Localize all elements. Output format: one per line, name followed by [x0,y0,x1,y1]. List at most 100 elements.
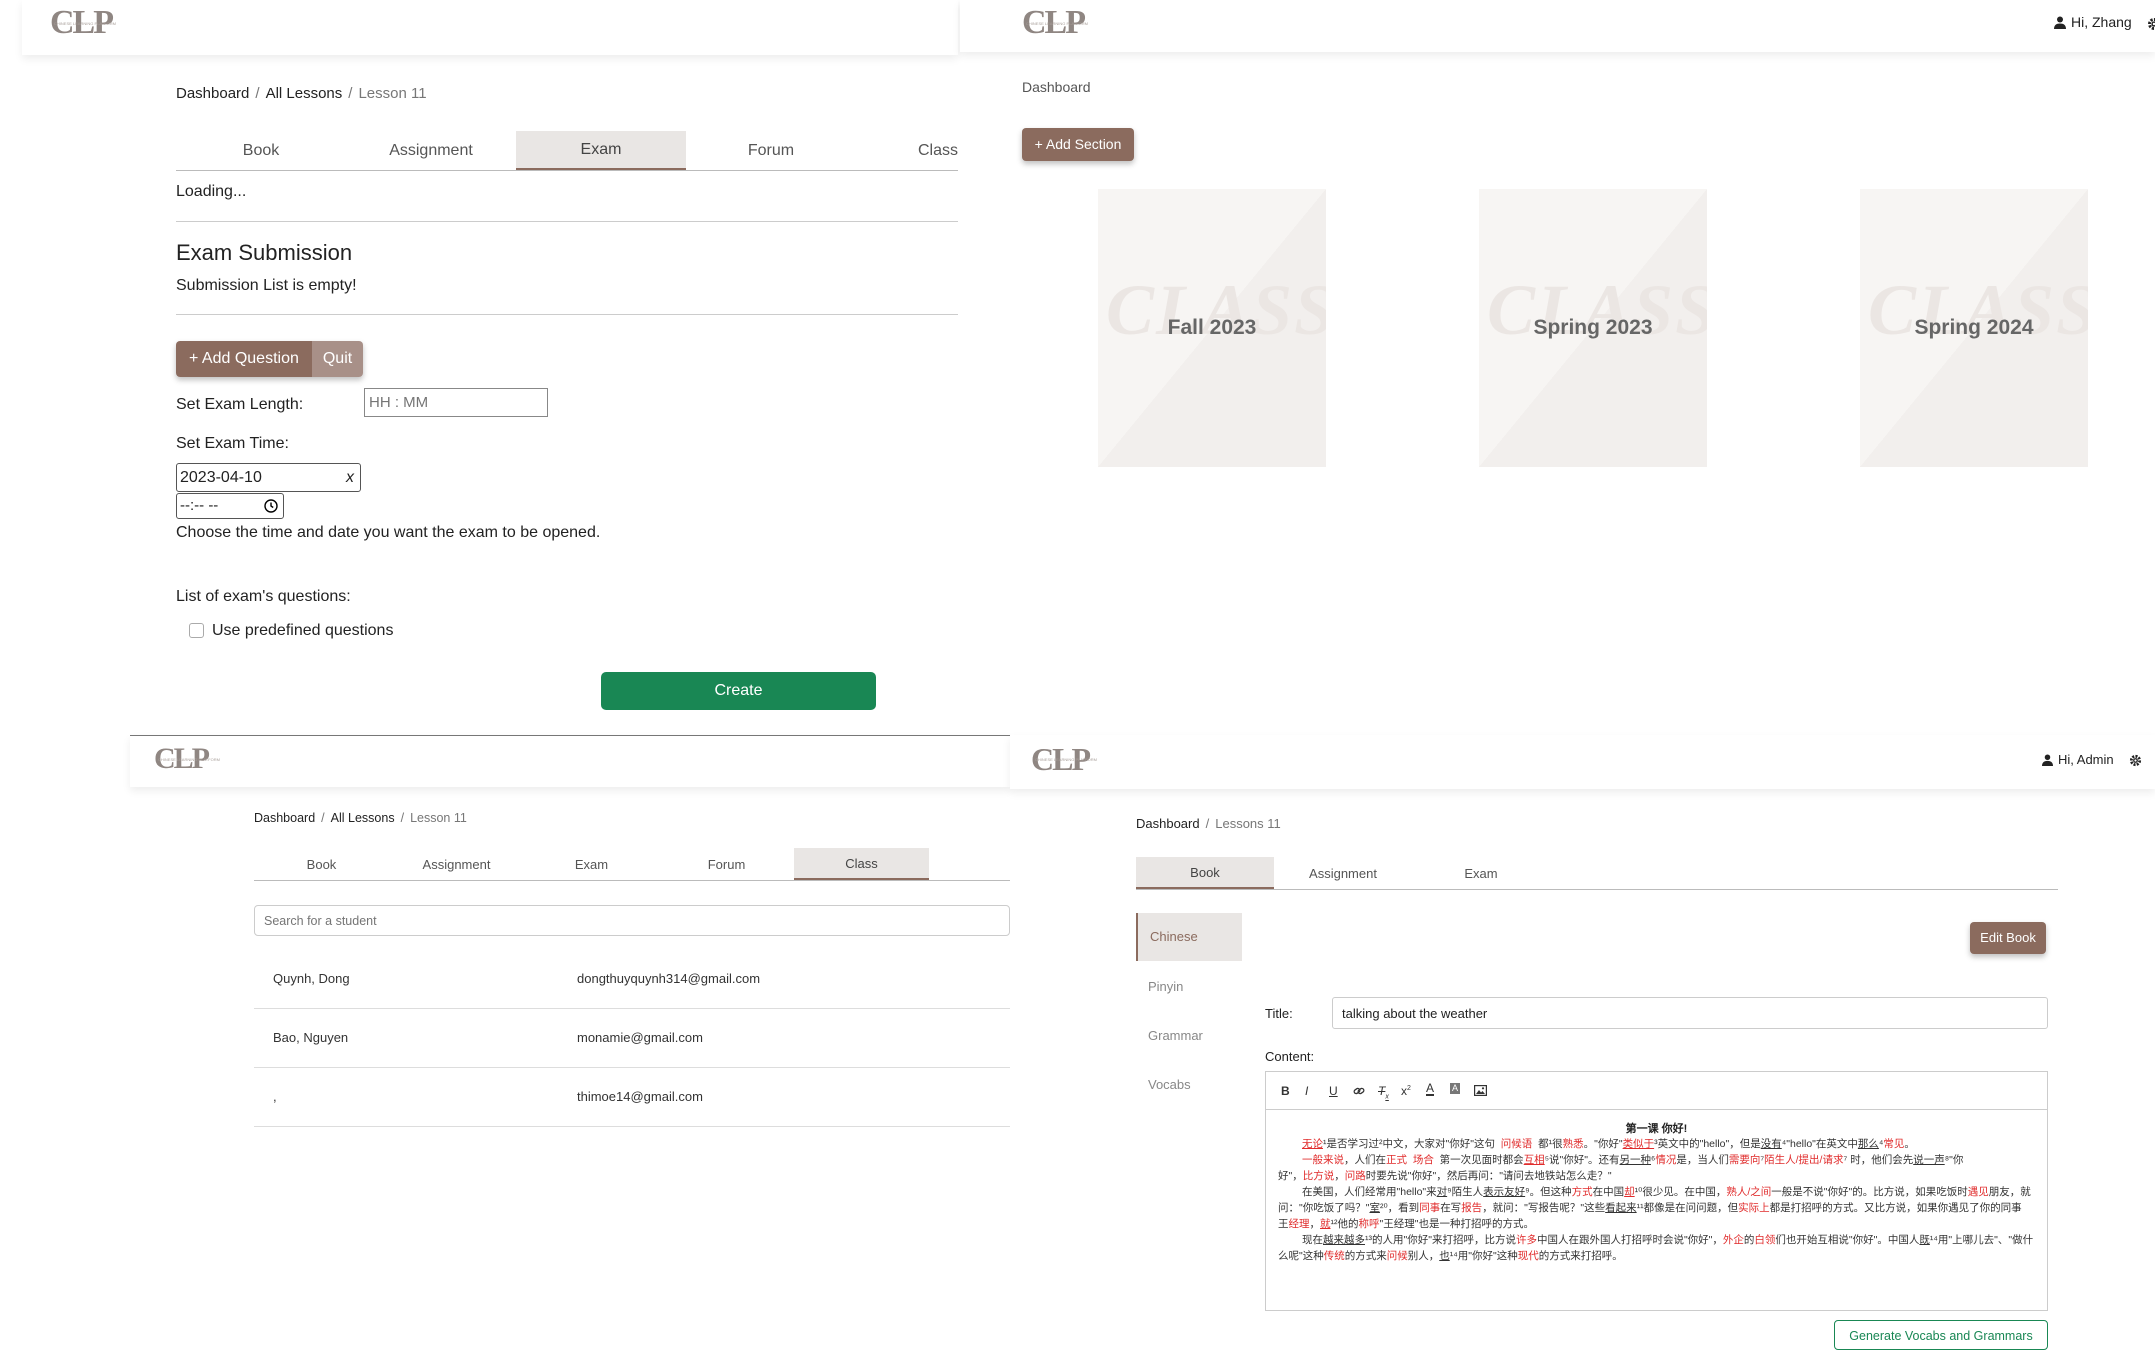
lesson-tabs: Book Assignment Exam Forum Class [254,848,1010,881]
user-icon [2054,16,2066,29]
side-item-chinese[interactable]: Chinese [1136,913,1242,961]
student-name: , [273,1089,277,1104]
book-topbar: CLPCHINESE LEARNING PLATFORM Hi, Admin [1010,735,2155,789]
section-title: Exam Submission [176,240,352,266]
student-email: monamie@gmail.com [577,1030,703,1045]
lesson-tabs: Book Assignment Exam [1136,857,2058,890]
class-card[interactable]: CLASS Spring 2023 [1479,189,1707,467]
tab-book[interactable]: Book [254,848,389,880]
breadcrumb-all-lessons[interactable]: All Lessons [331,811,395,825]
breadcrumb-all-lessons[interactable]: All Lessons [266,85,343,102]
breadcrumb: Dashboard/All Lessons/Lesson 11 [254,811,467,825]
student-name: Bao, Nguyen [273,1030,348,1045]
student-email: thimoe14@gmail.com [577,1089,703,1104]
title-label: Title: [1265,1006,1293,1021]
class-card[interactable]: CLASS Fall 2023 [1098,189,1326,467]
font-color-icon[interactable]: A [1426,1083,1434,1096]
tab-forum[interactable]: Forum [659,848,794,880]
class-topbar: CLPCHINESE LEARNING PLATFORM [130,735,1010,787]
superscript-icon[interactable]: x2 [1401,1084,1411,1098]
tab-book[interactable]: Book [1136,857,1274,889]
user-icon [2042,754,2053,766]
breadcrumb-dashboard[interactable]: Dashboard [1136,816,1200,831]
student-row[interactable]: , thimoe14@gmail.com [254,1068,1010,1127]
clear-date-icon[interactable]: x [346,464,354,491]
student-search-input[interactable] [254,905,1010,936]
user-menu[interactable]: Hi, Admin [2042,752,2114,767]
content-label: Content: [1265,1049,1314,1064]
divider [176,221,958,222]
content-editor[interactable]: B I U Tx x2 A A 第一课 你好! 无论¹是否学习过²中文，大家对"… [1265,1071,2048,1311]
loading-text: Loading... [176,183,246,201]
image-icon[interactable] [1474,1085,1487,1096]
side-item-grammar[interactable]: Grammar [1148,1028,1203,1043]
user-menu[interactable]: Hi, Zhang [2054,14,2132,30]
breadcrumb-dashboard[interactable]: Dashboard [176,85,249,102]
edit-book-button[interactable]: Edit Book [1970,922,2046,954]
tab-exam[interactable]: Exam [1412,857,1550,889]
breadcrumb: Dashboard/All Lessons/Lesson 11 [176,85,427,102]
student-row[interactable]: Quynh, Dong dongthuyquynh314@gmail.com [254,950,1010,1009]
side-item-pinyin[interactable]: Pinyin [1148,979,1183,994]
clp-logo[interactable]: CLPCHINESE LEARNING PLATFORM [1022,4,1084,42]
add-question-button[interactable]: + Add Question [176,341,312,377]
clp-logo[interactable]: CLPCHINESE LEARNING PLATFORM [154,742,208,776]
card-title: Fall 2023 [1168,313,1257,343]
create-button[interactable]: Create [601,672,876,710]
predefined-checkbox[interactable] [189,623,204,638]
quit-button[interactable]: Quit [312,341,363,377]
clear-format-icon[interactable]: Tx [1378,1084,1389,1100]
exam-topbar: CLPCHINESE LEARNING PLATFORM [22,0,958,55]
date-field[interactable]: 2023-04-10 x [176,463,361,492]
tab-exam[interactable]: Exam [524,848,659,880]
clp-logo[interactable]: CLPCHINESE LEARNING PLATFORM [50,4,112,42]
tab-exam[interactable]: Exam [516,131,686,170]
link-icon[interactable] [1353,1085,1365,1097]
gear-icon[interactable] [2129,754,2142,767]
breadcrumb-dashboard[interactable]: Dashboard [254,811,315,825]
side-item-vocabs[interactable]: Vocabs [1148,1077,1191,1092]
predefined-label: Use predefined questions [212,622,393,640]
empty-message: Submission List is empty! [176,277,357,295]
clock-icon[interactable] [264,499,278,513]
exam-time-label: Set Exam Time: [176,435,289,453]
breadcrumb-current: Lessons 11 [1215,816,1281,831]
breadcrumb: Dashboard/Lessons 11 [1136,816,1281,831]
card-title: Spring 2023 [1533,313,1653,343]
student-row[interactable]: Bao, Nguyen monamie@gmail.com [254,1009,1010,1068]
italic-icon[interactable]: I [1305,1084,1308,1098]
greeting: Hi, Admin [2058,752,2114,767]
clp-logo[interactable]: CLPCHINESE LEARNING PLATFORM [1031,741,1089,778]
card-title: Spring 2024 [1914,313,2034,343]
bold-icon[interactable]: B [1281,1084,1290,1098]
student-name: Quynh, Dong [273,971,350,986]
tab-assignment[interactable]: Assignment [346,131,516,170]
add-section-button[interactable]: + Add Section [1022,128,1134,161]
lesson-tabs: Book Assignment Exam Forum Class [176,131,958,171]
tab-assignment[interactable]: Assignment [1274,857,1412,889]
title-input[interactable] [1332,997,2048,1029]
dashboard-topbar: CLPCHINESE LEARNING PLATFORM Hi, Zhang [960,0,2155,52]
question-button-group: + Add Question Quit [176,341,363,377]
tab-assignment[interactable]: Assignment [389,848,524,880]
tab-forum[interactable]: Forum [686,131,856,170]
class-card[interactable]: CLASS Spring 2024 [1860,189,2088,467]
tab-book[interactable]: Book [176,131,346,170]
gear-icon[interactable] [2147,17,2155,31]
generate-vocabs-button[interactable]: Generate Vocabs and Grammars [1834,1320,2048,1350]
exam-length-input[interactable] [364,388,548,417]
breadcrumb-dashboard[interactable]: Dashboard [1022,79,1091,95]
breadcrumb-current: Lesson 11 [410,811,467,825]
time-hint: Choose the time and date you want the ex… [176,524,600,542]
exam-length-label: Set Exam Length: [176,396,303,414]
tab-class[interactable]: Class [794,848,929,880]
time-field[interactable]: --:-- -- [176,493,284,519]
greeting: Hi, Zhang [2071,14,2132,30]
background-color-icon[interactable]: A [1450,1083,1460,1094]
questions-label: List of exam's questions: [176,588,351,606]
tab-class[interactable]: Class [856,131,958,170]
lesson-body: 无论¹是否学习过²中文，大家对"你好"这句 问候语 都¹很熟悉。"你好"类似于³… [1278,1136,2038,1264]
underline-icon[interactable]: U [1329,1084,1338,1098]
divider [176,314,958,315]
editor-toolbar: B I U Tx x2 A A [1266,1072,2047,1110]
